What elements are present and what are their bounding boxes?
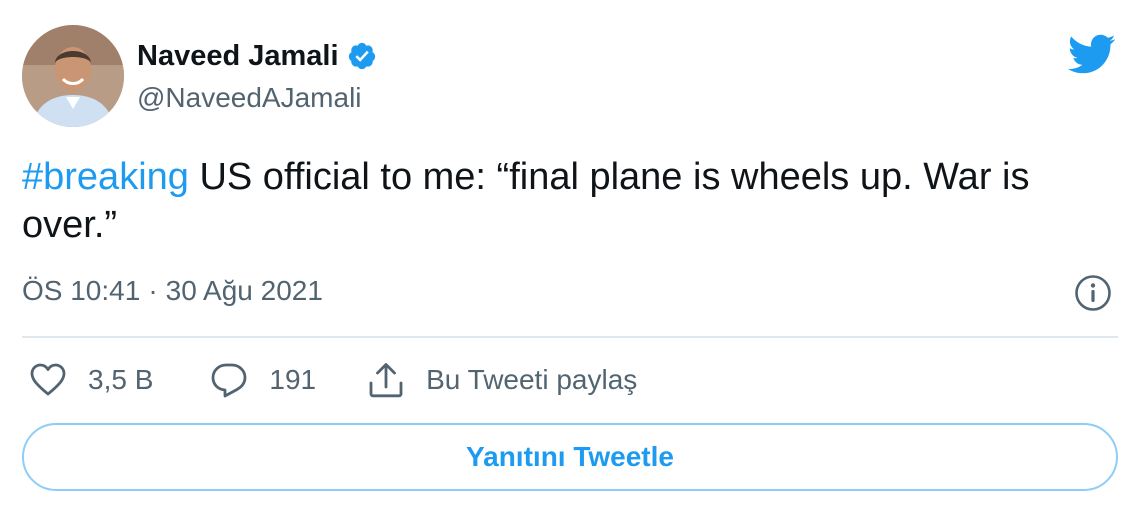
divider [22, 336, 1118, 338]
author-handle[interactable]: @NaveedAJamali [137, 82, 362, 114]
verified-badge-icon [347, 41, 377, 71]
tweet-text: #breaking US official to me: “final plan… [22, 153, 1112, 249]
share-label: Bu Tweeti paylaş [426, 364, 638, 395]
like-button[interactable]: 3,5 B [28, 360, 153, 400]
hashtag-link[interactable]: #breaking [22, 156, 189, 198]
tweet-date: 30 Ağu 2021 [165, 275, 323, 306]
action-bar: 3,5 B 191 Bu Tweeti paylaş [28, 356, 637, 404]
reply-tweet-button-label: Yanıtını Tweetle [466, 441, 674, 472]
timestamp-separator: · [148, 275, 158, 306]
avatar[interactable] [22, 25, 124, 127]
speech-bubble-icon [211, 363, 247, 398]
share-button[interactable]: Bu Tweeti paylaş [366, 360, 637, 400]
tweet-time: ÖS 10:41 [22, 275, 141, 306]
info-icon[interactable] [1073, 273, 1113, 313]
reply-tweet-button[interactable]: Yanıtını Tweetle [22, 423, 1118, 491]
reply-button[interactable]: 191 [209, 360, 316, 400]
share-icon [369, 363, 403, 398]
author-name-row: Naveed Jamali [137, 36, 377, 76]
tweet-timestamp[interactable]: ÖS 10:41 · 30 Ağu 2021 [22, 275, 323, 307]
heart-icon [30, 363, 66, 396]
tweet-card: Naveed Jamali @NaveedAJamali #breaking U… [0, 0, 1140, 517]
twitter-bird-icon[interactable] [1066, 33, 1116, 75]
author-name[interactable]: Naveed Jamali [137, 40, 339, 73]
like-count: 3,5 B [88, 364, 154, 395]
reply-count: 191 [269, 364, 317, 395]
